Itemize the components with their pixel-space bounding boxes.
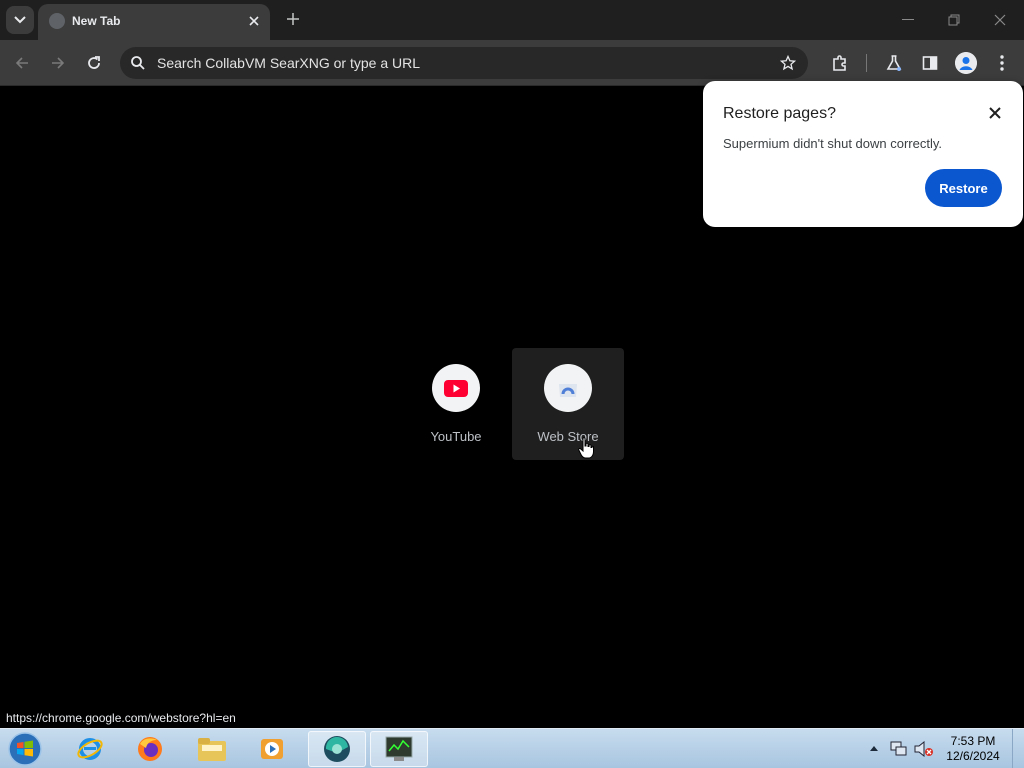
dialog-title: Restore pages? <box>723 105 836 122</box>
more-vert-icon <box>1000 55 1004 71</box>
close-icon <box>994 14 1006 26</box>
shortcut-web-store[interactable]: Web Store <box>512 348 624 460</box>
person-icon <box>955 52 977 74</box>
dialog-message: Supermium didn't shut down correctly. <box>723 136 943 151</box>
shortcut-youtube[interactable]: YouTube <box>400 348 512 460</box>
taskbar: 7:53 PM 12/6/2024 <box>0 728 1024 768</box>
taskbar-task-manager[interactable] <box>370 731 428 767</box>
tab-strip: New Tab <box>0 0 1024 40</box>
reload-icon <box>88 56 100 69</box>
toolbar-separator <box>866 54 867 72</box>
arrow-left-icon <box>15 57 28 69</box>
close-window-button[interactable] <box>984 6 1016 34</box>
shortcut-label: YouTube <box>430 429 482 444</box>
screen: New Tab Search CollabVM SearXNG or type … <box>0 0 1024 768</box>
minimize-icon <box>902 19 914 20</box>
firefox-icon <box>138 737 162 761</box>
taskbar-file-explorer[interactable] <box>183 731 241 767</box>
new-tab-button[interactable] <box>282 8 304 30</box>
taskbar-clock[interactable]: 7:53 PM 12/6/2024 <box>936 734 1010 764</box>
tab-search-button[interactable] <box>6 6 34 34</box>
flask-icon <box>886 55 902 71</box>
address-input[interactable] <box>157 47 757 79</box>
labs-button[interactable] <box>880 49 908 77</box>
supermium-icon <box>324 736 350 762</box>
youtube-icon <box>432 364 480 412</box>
close-icon <box>249 16 259 26</box>
omnibox[interactable] <box>120 47 808 79</box>
search-icon <box>131 56 145 70</box>
task-manager-icon <box>385 736 413 761</box>
show-desktop-button[interactable] <box>1012 729 1024 768</box>
side-panel-button[interactable] <box>916 49 944 77</box>
taskbar-firefox[interactable] <box>121 731 179 767</box>
forward-button[interactable] <box>44 49 72 77</box>
bookmark-star-button[interactable] <box>776 51 800 75</box>
chevron-down-icon <box>14 16 26 24</box>
extensions-button[interactable] <box>826 49 854 77</box>
restore-pages-dialog: Restore pages? Supermium didn't shut dow… <box>703 81 1023 227</box>
windows-start-icon <box>8 732 42 766</box>
status-url: https://chrome.google.com/webstore?hl=en <box>0 709 242 727</box>
volume-muted-icon[interactable] <box>914 741 934 757</box>
taskbar-media-player[interactable] <box>243 731 301 767</box>
web-store-icon <box>544 364 592 412</box>
file-explorer-icon <box>198 738 226 761</box>
toolbar <box>0 40 1024 86</box>
back-button[interactable] <box>8 49 36 77</box>
show-hidden-icons-icon[interactable] <box>870 745 878 751</box>
tab-close-button[interactable] <box>244 11 264 31</box>
side-panel-icon <box>922 56 938 70</box>
star-icon <box>780 55 796 71</box>
shortcut-label: Web Store <box>537 429 599 444</box>
profile-avatar[interactable] <box>955 52 977 74</box>
internet-explorer-icon <box>77 738 103 760</box>
reload-button[interactable] <box>80 49 108 77</box>
arrow-right-icon <box>52 57 65 69</box>
tab-new-tab[interactable]: New Tab <box>38 4 270 40</box>
hand-pointer-icon <box>578 437 594 459</box>
puzzle-icon <box>833 55 846 71</box>
network-icon[interactable] <box>890 741 908 757</box>
restore-window-button[interactable] <box>938 6 970 34</box>
start-button[interactable] <box>4 730 46 768</box>
restore-window-icon <box>948 14 960 26</box>
close-icon <box>989 107 1001 119</box>
globe-icon <box>49 13 65 29</box>
dialog-close-button[interactable] <box>985 103 1005 123</box>
taskbar-supermium[interactable] <box>308 731 366 767</box>
tab-title: New Tab <box>72 14 121 28</box>
menu-button[interactable] <box>988 49 1016 77</box>
media-player-icon <box>261 739 283 759</box>
clock-time: 7:53 PM <box>950 734 996 748</box>
taskbar-internet-explorer[interactable] <box>61 731 119 767</box>
plus-icon <box>287 13 299 25</box>
clock-date: 12/6/2024 <box>946 749 1000 763</box>
restore-button[interactable]: Restore <box>925 169 1002 207</box>
minimize-button[interactable] <box>892 6 924 34</box>
